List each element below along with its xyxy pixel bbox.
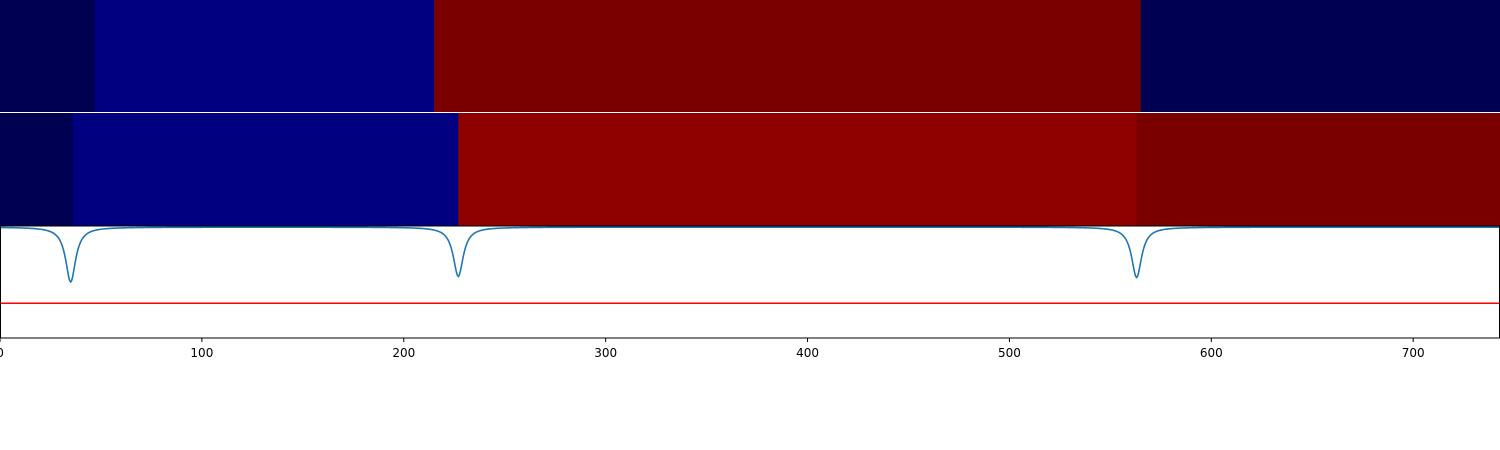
segment-1 [0,0,96,112]
segment-1 [0,113,74,226]
segment-2 [94,0,435,112]
segment-3 [458,113,1138,226]
segmentation-row-1 [0,0,1500,112]
segment-2 [72,113,459,226]
segment-4 [1136,113,1500,226]
x-tick-label: 200 [392,346,415,360]
x-axis: 0 100 200 300 400 500 600 700 [0,338,1425,360]
boundary-score-plot [0,225,1500,339]
x-tick-label: 0 [0,346,4,360]
x-tick-label: 600 [1200,346,1223,360]
boundary-score-line [0,226,1500,284]
plot-frame [0,225,1500,339]
segment-3 [434,0,1142,112]
x-tick-label: 300 [594,346,617,360]
figure: 0 100 200 300 400 500 600 700 [0,0,1500,360]
segment-4 [1140,0,1500,112]
x-tick-label: 500 [998,346,1021,360]
x-tick-label: 100 [190,346,213,360]
x-tick-label: 400 [796,346,819,360]
x-tick-label: 700 [1402,346,1425,360]
segmentation-row-2 [0,113,1500,226]
